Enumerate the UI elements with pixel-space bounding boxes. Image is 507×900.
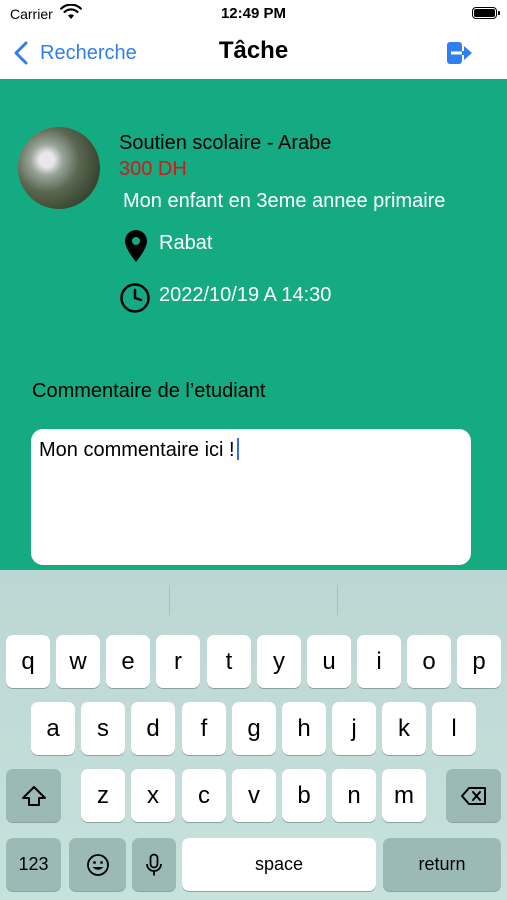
emoji-key[interactable] [69,838,126,891]
return-key[interactable]: return [383,838,501,891]
suggestion-divider [169,585,170,615]
emoji-icon [86,853,109,876]
key-g[interactable]: g [232,702,276,755]
key-a[interactable]: a [31,702,75,755]
return-key-label: return [418,854,466,874]
key-x[interactable]: x [131,769,175,822]
key-c[interactable]: c [182,769,226,822]
key-m[interactable]: m [382,769,426,822]
course-title: Soutien scolaire - Arabe [119,132,332,154]
comment-input[interactable]: Mon commentaire ici ! [31,429,471,565]
key-h[interactable]: h [282,702,326,755]
key-i[interactable]: i [357,635,401,688]
key-f[interactable]: f [182,702,226,755]
space-key[interactable]: space [182,838,376,891]
delete-key[interactable] [446,769,501,822]
datetime-label: 2022/10/19 A 14:30 [159,284,332,306]
task-details: Soutien scolaire - Arabe 300 DH Mon enfa… [0,79,507,570]
price-label: 300 DH [119,158,187,180]
key-e[interactable]: e [106,635,150,688]
status-bar: Carrier 12:49 PM [0,0,507,28]
key-k[interactable]: k [382,702,426,755]
key-b[interactable]: b [282,769,326,822]
clock-time: 12:49 PM [220,5,287,22]
location-label: Rabat [159,232,213,254]
key-j[interactable]: j [332,702,376,755]
microphone-icon [146,853,162,875]
navigation-bar: Recherche Tâche [0,28,507,78]
shift-icon [21,785,46,806]
suggestion-divider [337,585,338,615]
space-key-label: space [254,854,304,874]
suggestion-bar [0,570,507,622]
shift-key[interactable] [6,769,61,822]
battery-icon [472,7,500,19]
key-r[interactable]: r [156,635,200,688]
key-w[interactable]: w [56,635,100,688]
key-l[interactable]: l [432,702,476,755]
location-pin-icon [125,230,147,262]
key-o[interactable]: o [407,635,451,688]
key-t[interactable]: t [207,635,251,688]
key-n[interactable]: n [332,769,376,822]
backspace-icon [460,786,486,805]
key-q[interactable]: q [6,635,50,688]
key-z[interactable]: z [81,769,125,822]
logout-icon[interactable] [447,41,473,65]
clock-icon [120,283,150,313]
page-title: Tâche [218,37,289,64]
numbers-key-label: 123 [18,854,49,874]
key-v[interactable]: v [232,769,276,822]
keyboard: q w e r t y u i o p a s d f g h j k l z … [0,570,507,900]
comment-text: Mon commentaire ici ! [39,439,235,461]
key-u[interactable]: u [307,635,351,688]
text-cursor [236,438,239,460]
numbers-key[interactable]: 123 [6,838,61,891]
task-description: Mon enfant en 3eme annee primaire [123,190,446,212]
key-s[interactable]: s [81,702,125,755]
dictation-key[interactable] [132,838,176,891]
comment-label: Commentaire de l’etudiant [32,380,266,402]
key-y[interactable]: y [257,635,301,688]
key-p[interactable]: p [457,635,501,688]
key-d[interactable]: d [131,702,175,755]
avatar [18,127,100,209]
